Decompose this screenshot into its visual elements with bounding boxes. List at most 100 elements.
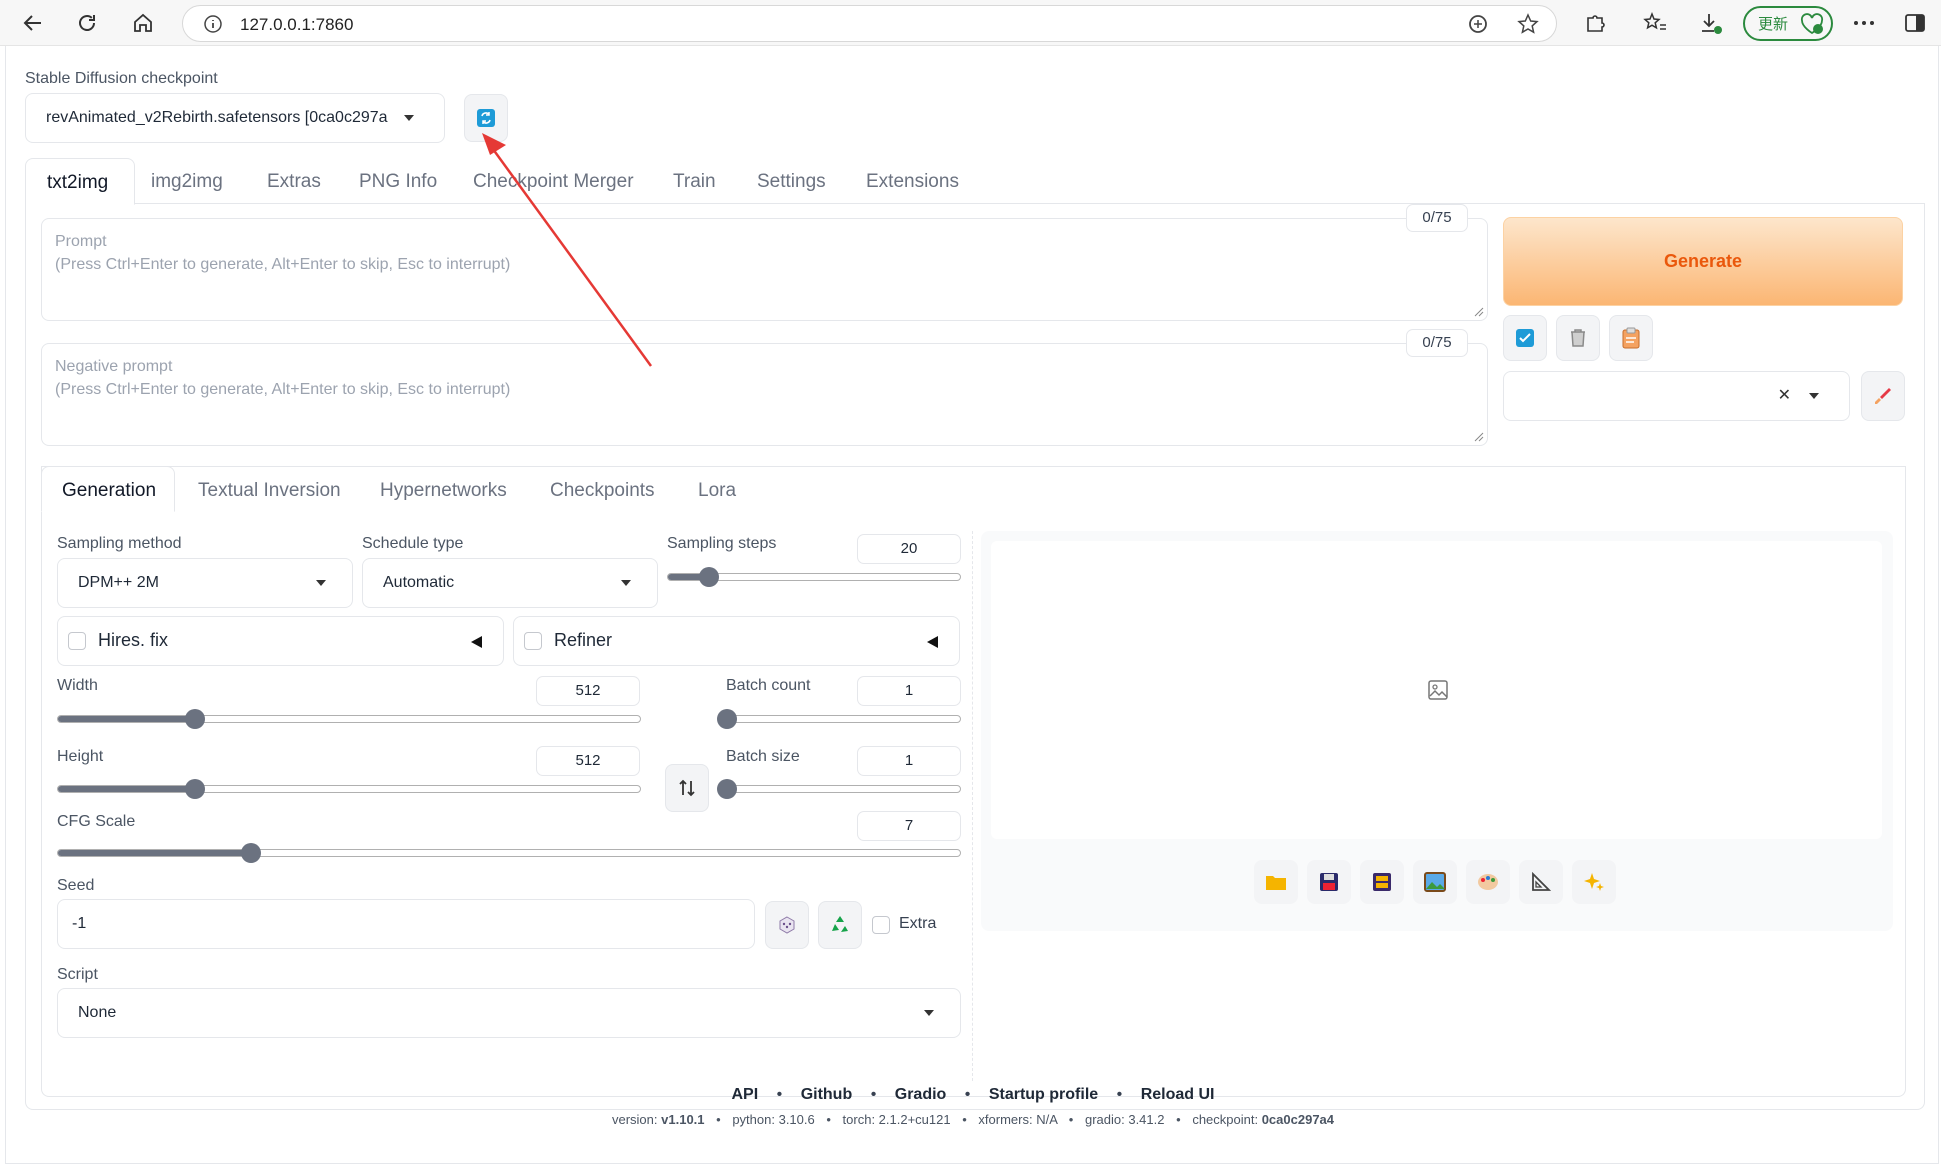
refiner-checkbox[interactable] <box>524 632 542 650</box>
version-info: version: v1.10.1 • python: 3.10.6 • torc… <box>611 1112 1335 1127</box>
dice-icon <box>779 916 795 934</box>
apply-styles-button[interactable] <box>1503 315 1547 361</box>
width-input[interactable]: 512 <box>536 676 640 706</box>
translate-icon[interactable] <box>1467 13 1489 35</box>
paste-button[interactable] <box>1609 315 1653 361</box>
reload-button[interactable] <box>72 8 102 38</box>
tab-txt2img[interactable]: txt2img <box>25 158 135 205</box>
send-to-img2img-button[interactable] <box>1413 860 1457 904</box>
resize-handle-icon[interactable] <box>1474 307 1484 317</box>
address-bar[interactable]: 127.0.0.1:7860 <box>182 5 1557 42</box>
generate-button[interactable]: Generate <box>1503 217 1903 306</box>
styles-dropdown[interactable]: ✕ <box>1503 371 1850 421</box>
more-button[interactable] <box>1849 8 1879 38</box>
open-folder-button[interactable] <box>1254 860 1298 904</box>
width-label: Width <box>57 677 98 694</box>
sampling-steps-label: Sampling steps <box>667 535 777 552</box>
negative-prompt-textarea[interactable]: Negative prompt (Press Ctrl+Enter to gen… <box>41 343 1488 446</box>
tab-img2img[interactable]: img2img <box>151 171 223 193</box>
footer-link-gradio[interactable]: Gradio <box>895 1086 947 1103</box>
resize-handle-icon[interactable] <box>1474 432 1484 442</box>
send-to-extras-button[interactable] <box>1519 860 1563 904</box>
random-seed-button[interactable] <box>765 901 809 949</box>
torch-version: torch: 2.1.2+cu121 <box>842 1112 951 1127</box>
home-button[interactable] <box>128 8 158 38</box>
batch-size-input[interactable]: 1 <box>857 746 961 776</box>
negative-prompt-placeholder: (Press Ctrl+Enter to generate, Alt+Enter… <box>55 381 511 398</box>
batch-size-label: Batch size <box>726 748 800 765</box>
update-button[interactable]: 更新 <box>1743 6 1833 41</box>
edit-styles-button[interactable] <box>1861 371 1905 421</box>
downloads-button[interactable] <box>1696 8 1726 38</box>
seed-input[interactable]: -1 <box>57 899 755 949</box>
sampling-method-dropdown[interactable]: DPM++ 2M <box>57 558 353 608</box>
tab-train[interactable]: Train <box>673 171 716 193</box>
tab-extras[interactable]: Extras <box>267 171 321 193</box>
cfg-scale-input[interactable]: 7 <box>857 811 961 841</box>
favorite-star-icon[interactable] <box>1517 13 1539 35</box>
slider-thumb[interactable] <box>717 779 737 799</box>
tab-checkpoints[interactable]: Checkpoints <box>550 480 655 502</box>
tab-png-info[interactable]: PNG Info <box>359 171 437 193</box>
sidebar-toggle-button[interactable] <box>1900 8 1930 38</box>
tab-settings[interactable]: Settings <box>757 171 826 193</box>
checkpoint-dropdown[interactable]: revAnimated_v2Rebirth.safetensors [0ca0c… <box>25 93 445 143</box>
heart-pulse-icon <box>1800 12 1824 34</box>
sampling-steps-slider[interactable] <box>667 567 961 587</box>
clear-prompt-button[interactable] <box>1556 315 1600 361</box>
sampling-steps-input[interactable]: 20 <box>857 534 961 564</box>
back-button[interactable] <box>18 8 48 38</box>
annotation-arrow <box>482 133 653 367</box>
batch-size-slider[interactable] <box>717 779 961 799</box>
chevron-down-icon <box>924 1010 934 1016</box>
slider-thumb[interactable] <box>241 843 262 863</box>
height-slider[interactable] <box>57 779 641 799</box>
chevron-down-icon <box>404 115 414 121</box>
slider-thumb[interactable] <box>184 779 205 799</box>
send-to-inpaint-button[interactable] <box>1466 860 1510 904</box>
swap-dimensions-button[interactable] <box>665 764 709 812</box>
save-button[interactable] <box>1307 860 1351 904</box>
footer-link-reload-ui[interactable]: Reload UI <box>1141 1086 1215 1103</box>
hires-fix-accordion[interactable]: Hires. fix <box>57 616 504 666</box>
info-icon[interactable] <box>203 14 223 34</box>
slider-thumb[interactable] <box>717 709 737 729</box>
home-icon <box>134 13 152 32</box>
sparkles-button[interactable] <box>1572 860 1616 904</box>
slider-thumb[interactable] <box>698 567 719 587</box>
footer-link-api[interactable]: API <box>732 1086 759 1103</box>
footer-link-startup-profile[interactable]: Startup profile <box>989 1086 1098 1103</box>
schedule-type-dropdown[interactable]: Automatic <box>362 558 658 608</box>
refiner-accordion[interactable]: Refiner <box>513 616 960 666</box>
tab-extensions[interactable]: Extensions <box>866 171 959 193</box>
footer-link-github[interactable]: Github <box>801 1086 853 1103</box>
triangle-left-icon <box>471 636 482 648</box>
width-slider[interactable] <box>57 709 641 729</box>
reuse-seed-button[interactable] <box>818 901 862 949</box>
batch-count-input[interactable]: 1 <box>857 676 961 706</box>
tab-lora[interactable]: Lora <box>698 480 736 502</box>
column-divider <box>972 531 973 1081</box>
sparkles-icon <box>1584 873 1604 891</box>
tab-hypernetworks[interactable]: Hypernetworks <box>380 480 507 502</box>
prompt-textarea[interactable]: Prompt (Press Ctrl+Enter to generate, Al… <box>41 218 1488 321</box>
slider-thumb[interactable] <box>184 709 205 729</box>
download-icon <box>1702 14 1722 34</box>
clear-x-icon[interactable]: ✕ <box>1778 385 1791 405</box>
extra-seed-checkbox[interactable] <box>872 916 890 934</box>
image-icon <box>1424 872 1446 892</box>
zip-button[interactable] <box>1360 860 1404 904</box>
script-dropdown[interactable]: None <box>57 988 961 1038</box>
batch-count-slider[interactable] <box>717 709 961 729</box>
cfg-scale-slider[interactable] <box>57 843 961 863</box>
extensions-button[interactable] <box>1580 8 1610 38</box>
tab-textual-inversion[interactable]: Textual Inversion <box>198 480 341 502</box>
hires-fix-checkbox[interactable] <box>68 632 86 650</box>
gradio-version: gradio: 3.41.2 <box>1084 1112 1165 1127</box>
favorites-button[interactable] <box>1640 8 1670 38</box>
checkpoint-hash-label: checkpoint: <box>1192 1112 1259 1127</box>
height-input[interactable]: 512 <box>536 746 640 776</box>
tab-generation[interactable]: Generation <box>41 466 175 512</box>
refresh-icon <box>477 109 495 127</box>
url-text: 127.0.0.1:7860 <box>240 15 354 34</box>
